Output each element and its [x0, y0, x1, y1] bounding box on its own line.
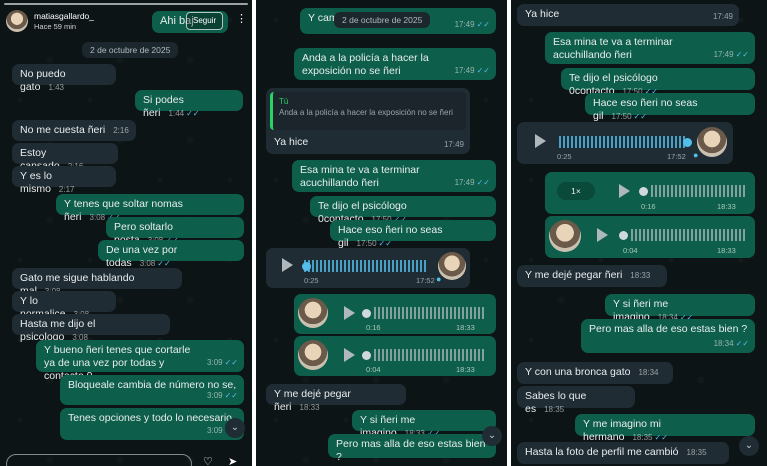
audio-time: 18:33 [456, 323, 475, 332]
message-incoming: Y lo normalice3:08 [12, 291, 116, 320]
message-incoming: Gato me sigue hablando mal3:08 [12, 268, 182, 297]
audio-duration: 0:16 [641, 202, 656, 211]
message-outgoing: Bloqueale cambia de número no se, 3:09 ✓✓ [60, 375, 244, 405]
message-outgoing: Te dijo el psicólogo 0contacto17:50✓✓ [561, 68, 755, 97]
message-incoming: No me cuesta ñeri 2:16 [12, 120, 136, 141]
audio-time: 17:52 [667, 152, 686, 161]
message-outgoing: Anda a la policía a hacer la exposición … [294, 48, 496, 80]
voice-message: 0:04 18:33 [294, 336, 496, 376]
more-options-icon[interactable]: ⋮ [236, 12, 247, 25]
message-incoming: Y me dejé pegar ñeri 18:33 [517, 265, 667, 287]
quoted-message[interactable]: Tú Anda a la policía a hacer la exposici… [270, 92, 466, 130]
audio-scrubber[interactable] [683, 138, 692, 147]
mic-icon: ● [693, 150, 699, 160]
message-outgoing: Pero soltarlo posta3:08✓✓ [106, 217, 244, 246]
voice-message: 1× 0:16 18:33 [545, 172, 755, 214]
play-icon[interactable] [344, 306, 355, 320]
chat-panel-3: Ya hice 17:49 Esa mina te va a terminar a… [511, 0, 767, 466]
audio-time: 18:33 [717, 246, 736, 255]
message-outgoing: Esa mina te va a terminar acuchillando ñ… [545, 32, 755, 64]
heart-icon[interactable]: ♡ [203, 455, 213, 466]
message-incoming: No puedo gato 1:43 [12, 64, 116, 93]
audio-time: 17:52 [416, 276, 435, 285]
audio-time: 18:33 [456, 365, 475, 374]
audio-duration: 0:16 [366, 323, 381, 332]
profile-avatar[interactable] [6, 10, 28, 32]
message-outgoing: Pero mas alla de eso estas bien ? 18:34 ✓✓ [581, 319, 755, 353]
message-incoming: Y es lo mismo 2:17 [12, 166, 116, 195]
sender-avatar [549, 220, 581, 252]
message-outgoing: Hace eso ñeri no seas gil 17:50 ✓✓ [330, 220, 496, 249]
voice-message: 0:25 17:52 ● [266, 248, 470, 288]
message-outgoing: Y me imagino mi hermano 18:35 ✓✓ [575, 414, 755, 443]
message-outgoing: Tenes opciones y todo lo necesario3:09✓✓ [60, 408, 244, 440]
quote-text: Anda a la policía a hacer la exposición … [279, 108, 453, 117]
message-incoming: Ya hice 17:49 [517, 4, 739, 26]
play-icon[interactable] [619, 184, 630, 198]
audio-scrubber[interactable] [302, 262, 311, 271]
scroll-down-button[interactable]: ⌄ [225, 418, 245, 438]
sender-avatar [298, 298, 328, 328]
message-incoming: Y con una bronca gato 18:34 [517, 362, 673, 384]
audio-duration: 0:04 [623, 246, 638, 255]
reply-input[interactable] [6, 454, 192, 466]
voice-message: 0:04 18:33 [545, 216, 755, 258]
message-incoming: Y me dejé pegar ñeri 18:33 [266, 384, 406, 413]
audio-waveform[interactable] [559, 136, 685, 148]
scroll-down-button[interactable]: ⌄ [482, 426, 502, 446]
sender-avatar [697, 127, 727, 157]
sender-avatar [298, 340, 328, 370]
follow-button[interactable]: Seguir [186, 12, 224, 30]
post-time: Hace 59 min [34, 22, 77, 31]
message-outgoing: Si podes ñeri 1:44 ✓✓ [135, 90, 243, 119]
voice-message: 0:25 17:52 ● [517, 122, 733, 164]
voice-message: 0:16 18:33 [294, 294, 496, 334]
audio-duration: 0:25 [557, 152, 572, 161]
message-outgoing: Esa mina te va a terminar acuchillando ñ… [292, 160, 496, 192]
mic-icon: ● [436, 274, 442, 284]
date-chip: 2 de octubre de 2025 [334, 12, 431, 28]
message-incoming: Estoy cansado2:16 [12, 143, 118, 172]
message-outgoing: Y si ñeri me imagino 18:34 ✓✓ [605, 294, 755, 323]
username[interactable]: matiasgallardo_ [34, 11, 94, 21]
send-icon[interactable]: ➤ [228, 455, 237, 466]
audio-waveform[interactable] [374, 349, 486, 361]
message-incoming: Hasta me dijo el psicologo 3:08 [12, 314, 170, 343]
audio-time: 18:33 [717, 202, 736, 211]
audio-waveform[interactable] [374, 307, 486, 319]
sender-avatar [438, 252, 466, 280]
reply-message: Tú Anda a la policía a hacer la exposici… [266, 88, 470, 154]
playback-speed-button[interactable]: 1× [557, 182, 595, 200]
audio-waveform[interactable] [304, 260, 428, 272]
quote-author: Tú [279, 97, 289, 106]
message-outgoing: Y tenes que soltar nomas ñeri3:08✓✓ [56, 194, 244, 223]
message-outgoing: De una vez por todas 3:08 ✓✓ [98, 240, 244, 269]
story-progress-bar [4, 3, 248, 5]
message-outgoing: Te dijo el psicólogo 0contacto17:50✓✓ [310, 196, 496, 225]
play-icon[interactable] [535, 134, 546, 148]
play-icon[interactable] [344, 348, 355, 362]
play-icon[interactable] [282, 258, 293, 272]
audio-waveform[interactable] [631, 229, 745, 241]
message-incoming: Sabes lo que es 18:35 [517, 386, 635, 415]
play-icon[interactable] [597, 228, 608, 242]
story-panel-1: matiasgallardo_ Hace 59 min Ahi baj Segu… [0, 0, 252, 466]
chat-panel-2: Y cam do bloqueala17:49✓✓ 2 de octubre d… [256, 0, 507, 466]
audio-scrubber[interactable] [362, 309, 371, 318]
audio-scrubber[interactable] [619, 231, 628, 240]
message-outgoing: Y si ñeri me imagino18:33✓✓ [352, 410, 496, 439]
date-chip: 2 de octubre de 2025 [82, 42, 179, 58]
audio-duration: 0:04 [366, 365, 381, 374]
message-outgoing: Hace eso ñeri no seas gil 17:50 ✓✓ [585, 93, 755, 122]
message-outgoing: Y bueno ñeri tenes que cortarle ya de un… [36, 340, 244, 382]
audio-waveform[interactable] [651, 185, 747, 197]
audio-scrubber[interactable] [362, 351, 371, 360]
audio-duration: 0:25 [304, 276, 319, 285]
audio-scrubber[interactable] [639, 187, 648, 196]
scroll-down-button[interactable]: ⌄ [739, 436, 759, 456]
message-outgoing: Pero mas alla de eso estas bien ? [328, 434, 496, 463]
message-incoming: Hasta la foto de perfil me cambió 18:35 [517, 442, 729, 464]
